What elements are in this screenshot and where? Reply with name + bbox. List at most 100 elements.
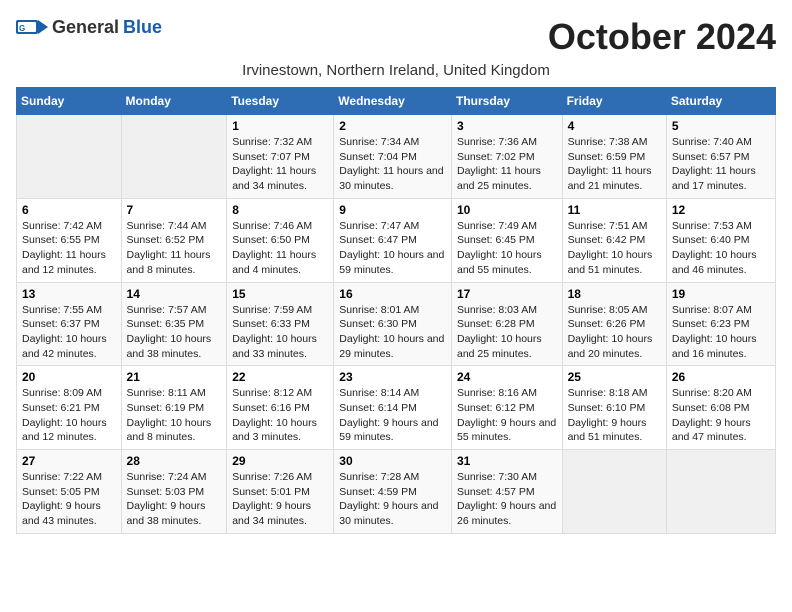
day-number: 10 [457,203,557,217]
calendar-cell [121,115,227,199]
day-info: Sunrise: 7:44 AMSunset: 6:52 PMDaylight:… [127,219,222,278]
calendar-cell: 14 Sunrise: 7:57 AMSunset: 6:35 PMDayligh… [121,282,227,366]
day-number: 1 [232,119,328,133]
day-header-sunday: Sunday [17,88,122,115]
day-number: 20 [22,370,116,384]
calendar-cell: 28 Sunrise: 7:24 AMSunset: 5:03 PMDayligh… [121,450,227,534]
day-number: 12 [672,203,770,217]
day-info: Sunrise: 7:55 AMSunset: 6:37 PMDaylight:… [22,303,116,362]
calendar-week-4: 20Sunrise: 8:09 AMSunset: 6:21 PMDayligh… [17,366,776,450]
calendar-cell: 6 Sunrise: 7:42 AMSunset: 6:55 PMDaylight… [17,198,122,282]
calendar-week-5: 27 Sunrise: 7:22 AMSunset: 5:05 PMDayligh… [17,450,776,534]
day-info: Sunrise: 7:49 AMSunset: 6:45 PMDaylight:… [457,219,557,278]
day-number: 18 [568,287,661,301]
day-number: 2 [339,119,446,133]
day-number: 17 [457,287,557,301]
day-number: 23 [339,370,446,384]
calendar-cell: 26 Sunrise: 8:20 AMSunset: 6:08 PMDayligh… [666,366,775,450]
calendar-week-2: 6 Sunrise: 7:42 AMSunset: 6:55 PMDaylight… [17,198,776,282]
calendar-cell: 3Sunrise: 7:36 AMSunset: 7:02 PMDaylight… [451,115,562,199]
day-info: Sunrise: 8:14 AMSunset: 6:14 PMDaylight:… [339,386,446,445]
day-info: Sunrise: 7:38 AMSunset: 6:59 PMDaylight:… [568,135,661,194]
calendar-week-3: 13 Sunrise: 7:55 AMSunset: 6:37 PMDayligh… [17,282,776,366]
day-number: 22 [232,370,328,384]
day-header-saturday: Saturday [666,88,775,115]
logo-general-text: General [52,17,119,38]
day-info: Sunrise: 7:57 AMSunset: 6:35 PMDaylight:… [127,303,222,362]
day-info: Sunrise: 7:22 AMSunset: 5:05 PMDaylight:… [22,470,116,529]
calendar-cell: 30 Sunrise: 7:28 AMSunset: 4:59 PMDayligh… [334,450,452,534]
day-info: Sunrise: 7:24 AMSunset: 5:03 PMDaylight:… [127,470,222,529]
day-number: 14 [127,287,222,301]
calendar-cell: 17Sunrise: 8:03 AMSunset: 6:28 PMDayligh… [451,282,562,366]
calendar-cell [562,450,666,534]
calendar-cell: 27 Sunrise: 7:22 AMSunset: 5:05 PMDayligh… [17,450,122,534]
day-info: Sunrise: 8:12 AMSunset: 6:16 PMDaylight:… [232,386,328,445]
day-number: 26 [672,370,770,384]
logo-blue-text: Blue [123,17,162,38]
day-number: 31 [457,454,557,468]
day-info: Sunrise: 7:46 AMSunset: 6:50 PMDaylight:… [232,219,328,278]
page-header: G GeneralBlue October 2024 [16,16,776,58]
day-info: Sunrise: 7:42 AMSunset: 6:55 PMDaylight:… [22,219,116,278]
calendar-cell: 19 Sunrise: 8:07 AMSunset: 6:23 PMDayligh… [666,282,775,366]
calendar-cell: 31 Sunrise: 7:30 AMSunset: 4:57 PMDayligh… [451,450,562,534]
calendar-cell: 25 Sunrise: 8:18 AMSunset: 6:10 PMDayligh… [562,366,666,450]
svg-text:G: G [19,24,25,33]
day-info: Sunrise: 7:28 AMSunset: 4:59 PMDaylight:… [339,470,446,529]
day-info: Sunrise: 8:16 AMSunset: 6:12 PMDaylight:… [457,386,557,445]
day-header-wednesday: Wednesday [334,88,452,115]
day-number: 3 [457,119,557,133]
calendar-cell: 21 Sunrise: 8:11 AMSunset: 6:19 PMDayligh… [121,366,227,450]
day-number: 7 [127,203,222,217]
day-info: Sunrise: 7:30 AMSunset: 4:57 PMDaylight:… [457,470,557,529]
calendar-cell: 15 Sunrise: 7:59 AMSunset: 6:33 PMDayligh… [227,282,334,366]
calendar-cell: 1Sunrise: 7:32 AMSunset: 7:07 PMDaylight… [227,115,334,199]
day-info: Sunrise: 7:51 AMSunset: 6:42 PMDaylight:… [568,219,661,278]
day-number: 4 [568,119,661,133]
page-subtitle: Irvinestown, Northern Ireland, United Ki… [16,62,776,79]
day-info: Sunrise: 7:40 AMSunset: 6:57 PMDaylight:… [672,135,770,194]
day-info: Sunrise: 7:59 AMSunset: 6:33 PMDaylight:… [232,303,328,362]
day-number: 5 [672,119,770,133]
day-header-friday: Friday [562,88,666,115]
calendar-cell [666,450,775,534]
calendar-cell: 9Sunrise: 7:47 AMSunset: 6:47 PMDaylight… [334,198,452,282]
logo: G GeneralBlue [16,16,162,38]
day-info: Sunrise: 8:01 AMSunset: 6:30 PMDaylight:… [339,303,446,362]
month-title: October 2024 [548,16,776,58]
calendar-cell: 29Sunrise: 7:26 AMSunset: 5:01 PMDayligh… [227,450,334,534]
day-info: Sunrise: 8:20 AMSunset: 6:08 PMDaylight:… [672,386,770,445]
day-number: 28 [127,454,222,468]
calendar-cell: 2 Sunrise: 7:34 AMSunset: 7:04 PMDaylight… [334,115,452,199]
day-info: Sunrise: 8:18 AMSunset: 6:10 PMDaylight:… [568,386,661,445]
calendar-cell: 7 Sunrise: 7:44 AMSunset: 6:52 PMDaylight… [121,198,227,282]
calendar-header-row: SundayMondayTuesdayWednesdayThursdayFrid… [17,88,776,115]
calendar-cell: 18Sunrise: 8:05 AMSunset: 6:26 PMDayligh… [562,282,666,366]
day-number: 8 [232,203,328,217]
day-header-monday: Monday [121,88,227,115]
day-number: 19 [672,287,770,301]
day-info: Sunrise: 7:47 AMSunset: 6:47 PMDaylight:… [339,219,446,278]
day-info: Sunrise: 8:07 AMSunset: 6:23 PMDaylight:… [672,303,770,362]
calendar-cell: 23 Sunrise: 8:14 AMSunset: 6:14 PMDayligh… [334,366,452,450]
day-number: 25 [568,370,661,384]
day-info: Sunrise: 7:26 AMSunset: 5:01 PMDaylight:… [232,470,328,529]
day-number: 11 [568,203,661,217]
day-number: 6 [22,203,116,217]
day-number: 27 [22,454,116,468]
day-number: 21 [127,370,222,384]
day-number: 13 [22,287,116,301]
day-header-tuesday: Tuesday [227,88,334,115]
calendar-cell: 11 Sunrise: 7:51 AMSunset: 6:42 PMDayligh… [562,198,666,282]
calendar-cell: 24 Sunrise: 8:16 AMSunset: 6:12 PMDayligh… [451,366,562,450]
day-info: Sunrise: 7:53 AMSunset: 6:40 PMDaylight:… [672,219,770,278]
calendar-cell: 12 Sunrise: 7:53 AMSunset: 6:40 PMDayligh… [666,198,775,282]
day-number: 24 [457,370,557,384]
day-info: Sunrise: 7:34 AMSunset: 7:04 PMDaylight:… [339,135,446,194]
day-number: 15 [232,287,328,301]
calendar-cell: 5 Sunrise: 7:40 AMSunset: 6:57 PMDaylight… [666,115,775,199]
day-number: 30 [339,454,446,468]
day-info: Sunrise: 8:11 AMSunset: 6:19 PMDaylight:… [127,386,222,445]
calendar-table: SundayMondayTuesdayWednesdayThursdayFrid… [16,87,776,534]
